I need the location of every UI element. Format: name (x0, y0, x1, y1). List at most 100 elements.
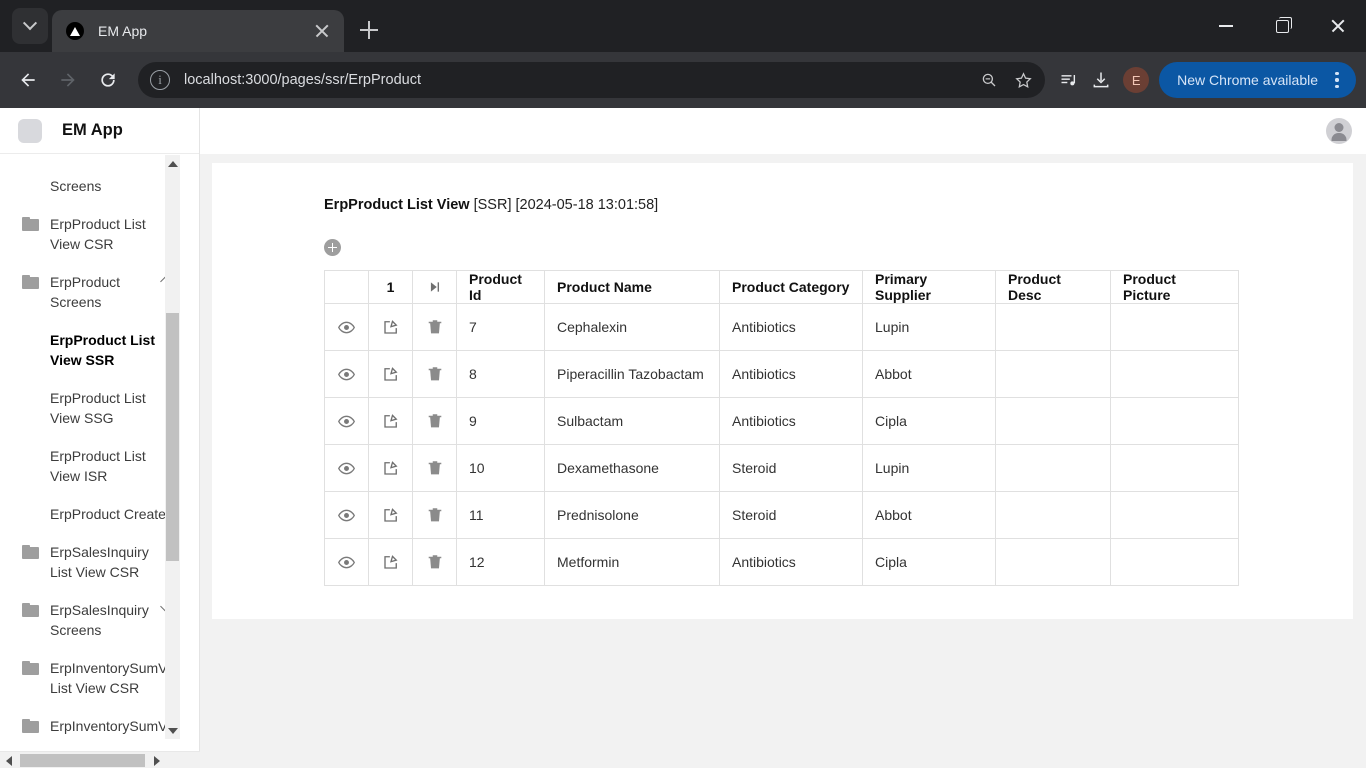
cell-view[interactable] (324, 538, 369, 586)
table-row[interactable]: 10 Dexamethasone Steroid Lupin (324, 444, 1239, 492)
table-row[interactable]: 12 Metformin Antibiotics Cipla (324, 538, 1239, 586)
edit-icon[interactable] (369, 365, 412, 383)
browser-tab[interactable]: EM App (52, 10, 344, 52)
scroll-down-button[interactable] (165, 722, 180, 739)
delete-icon[interactable] (413, 459, 456, 477)
delete-icon[interactable] (413, 318, 456, 336)
edit-icon[interactable] (369, 506, 412, 524)
cell-edit[interactable] (368, 350, 413, 398)
cell-delete[interactable] (412, 444, 457, 492)
sidebar-item-erpproduct-list-view-csr[interactable]: ErpProduct List View CSR (0, 205, 181, 263)
avatar[interactable] (1326, 118, 1352, 144)
view-icon[interactable] (325, 506, 368, 525)
sidebar-item-erpproduct-list-view-ssg[interactable]: ErpProduct List View SSG (0, 379, 181, 437)
add-record-button[interactable] (324, 239, 341, 256)
scroll-right-button[interactable] (148, 752, 165, 768)
table-row[interactable]: 9 Sulbactam Antibiotics Cipla (324, 397, 1239, 445)
close-icon[interactable] (310, 19, 334, 43)
sidebar-item-erpproduct-list-view-ssr[interactable]: ErpProduct List View SSR (0, 321, 181, 379)
folder-icon (22, 545, 40, 559)
cell-edit[interactable] (368, 444, 413, 492)
sidebar-item-erpproduct-create[interactable]: ErpProduct Create (0, 495, 181, 533)
skip-next-icon[interactable] (413, 280, 456, 294)
cell-edit[interactable] (368, 397, 413, 445)
cell-edit[interactable] (368, 491, 413, 539)
reload-button[interactable] (90, 62, 126, 98)
cell-product-id: 8 (456, 350, 545, 398)
tab-search-button[interactable] (12, 8, 48, 44)
cell-product-category: Antibiotics (719, 538, 863, 586)
cell-view[interactable] (324, 491, 369, 539)
sidebar-item-erpsalesinquiry-screens[interactable]: ErpSalesInquiry Screens (0, 591, 181, 649)
view-icon[interactable] (325, 365, 368, 384)
triangle-left-icon (5, 755, 12, 766)
view-icon[interactable] (325, 459, 368, 478)
horizontal-scroll-thumb[interactable] (20, 754, 145, 767)
new-tab-button[interactable] (352, 13, 386, 47)
cell-delete[interactable] (412, 350, 457, 398)
site-info-icon[interactable]: i (150, 70, 170, 90)
cell-view[interactable] (324, 444, 369, 492)
cell-product-desc (995, 444, 1111, 492)
minimize-button[interactable] (1198, 0, 1254, 52)
delete-icon[interactable] (413, 365, 456, 383)
delete-icon[interactable] (413, 506, 456, 524)
view-icon[interactable] (325, 318, 368, 337)
sidebar-item-erpinventorysumvw-list-view-csr[interactable]: ErpInventorySumVw List View CSR (0, 649, 181, 707)
th-page-number[interactable]: 1 (368, 270, 413, 304)
th-next-page[interactable] (412, 270, 457, 304)
sidebar-vertical-scrollbar[interactable] (165, 155, 180, 739)
cell-delete[interactable] (412, 491, 457, 539)
chrome-menu-icon[interactable] (1326, 69, 1348, 91)
cell-delete[interactable] (412, 538, 457, 586)
edit-icon[interactable] (369, 553, 412, 571)
sidebar-item-label: Screens (50, 178, 102, 194)
sidebar-item-erpinventorysumvw[interactable]: ErpInventorySumVw (0, 707, 181, 739)
sidebar-item-erpproduct-list-view-isr[interactable]: ErpProduct List View ISR (0, 437, 181, 495)
page-title-meta: [SSR] [2024-05-18 13:01:58] (469, 197, 659, 213)
cell-view[interactable] (324, 350, 369, 398)
scroll-left-button[interactable] (0, 752, 17, 768)
downloads-icon[interactable] (1085, 64, 1117, 96)
sidebar-item-screens[interactable]: Screens (0, 167, 181, 205)
arrow-right-icon (61, 73, 75, 87)
edit-icon[interactable] (369, 412, 412, 430)
new-chrome-available-button[interactable]: New Chrome available (1159, 62, 1356, 98)
close-window-button[interactable] (1310, 0, 1366, 52)
table-row[interactable]: 11 Prednisolone Steroid Abbot (324, 491, 1239, 539)
profile-avatar[interactable]: E (1123, 67, 1150, 93)
cell-product-id: 12 (456, 538, 545, 586)
media-playlist-icon[interactable] (1053, 64, 1085, 96)
sidebar-item-erpproduct-screens[interactable]: ErpProduct Screens (0, 263, 181, 321)
view-icon[interactable] (325, 553, 368, 572)
cell-delete[interactable] (412, 397, 457, 445)
page-number[interactable]: 1 (387, 279, 395, 295)
main-content: ErpProduct List View [SSR] [2024-05-18 1… (200, 108, 1366, 768)
cell-view[interactable] (324, 303, 369, 351)
cell-delete[interactable] (412, 303, 457, 351)
bookmark-star-icon[interactable] (1007, 64, 1039, 96)
address-bar[interactable]: i localhost:3000/pages/ssr/ErpProduct (138, 62, 1046, 98)
table-row[interactable]: 8 Piperacillin Tazobactam Antibiotics Ab… (324, 350, 1239, 398)
close-window-icon (1330, 18, 1346, 34)
cell-edit[interactable] (368, 303, 413, 351)
sidebar-horizontal-scrollbar[interactable] (0, 751, 200, 768)
folder-icon (22, 217, 40, 231)
vertical-scroll-thumb[interactable] (166, 313, 179, 561)
forward-button[interactable] (50, 62, 86, 98)
maximize-icon (1275, 16, 1292, 33)
sidebar-item-erpsalesinquiry-list-view-csr[interactable]: ErpSalesInquiry List View CSR (0, 533, 181, 591)
delete-icon[interactable] (413, 553, 456, 571)
cell-view[interactable] (324, 397, 369, 445)
search-icon[interactable] (973, 64, 1005, 96)
cell-edit[interactable] (368, 538, 413, 586)
table-row[interactable]: 7 Cephalexin Antibiotics Lupin (324, 303, 1239, 351)
delete-icon[interactable] (413, 412, 456, 430)
edit-icon[interactable] (369, 318, 412, 336)
edit-icon[interactable] (369, 459, 412, 477)
cell-product-name: Sulbactam (544, 397, 720, 445)
scroll-up-button[interactable] (165, 155, 180, 172)
maximize-button[interactable] (1254, 0, 1310, 52)
view-icon[interactable] (325, 412, 368, 431)
back-button[interactable] (10, 62, 46, 98)
